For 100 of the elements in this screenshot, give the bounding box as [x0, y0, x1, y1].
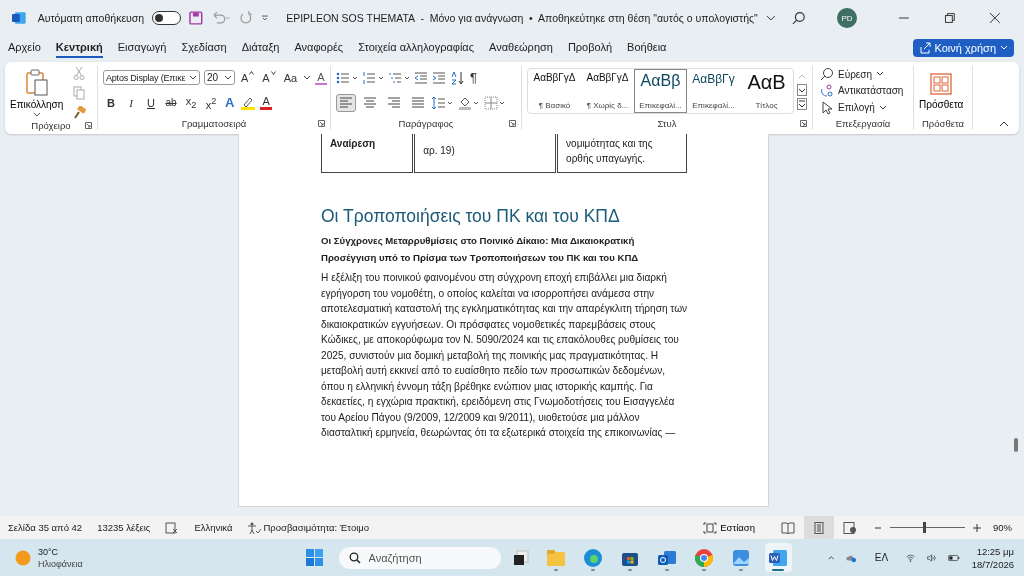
menu-tab[interactable]: Αναθεώρηση: [489, 38, 553, 58]
group-label: Παράγραφος: [398, 117, 454, 129]
align-icon[interactable]: [336, 93, 356, 112]
folder-icon: [546, 547, 566, 568]
style-option[interactable]: ΑαΒβΓγΔ ¶ Χωρίς δ...: [581, 69, 634, 113]
menu-tab[interactable]: Αρχείο: [8, 38, 41, 58]
weather-condition[interactable]: Ηλιοφάνεια: [38, 557, 83, 570]
multilevel-list-icon[interactable]: [388, 71, 410, 84]
input-language[interactable]: ΕΛ: [874, 552, 889, 563]
shrink-font-button[interactable]: A: [260, 70, 278, 85]
search-icon[interactable]: [791, 11, 806, 25]
chevron-up-icon[interactable]: [828, 553, 835, 562]
volume-icon[interactable]: [927, 551, 937, 564]
language-label[interactable]: Ελληνικά: [194, 522, 233, 533]
menu-tab[interactable]: Αναφορές: [294, 38, 344, 58]
focus-button[interactable]: Εστίαση: [703, 521, 755, 534]
editing-command[interactable]: Επιλογή: [820, 100, 887, 115]
proofing-icon[interactable]: [165, 521, 180, 534]
view-button[interactable]: [804, 516, 834, 539]
highlighter-icon[interactable]: [240, 95, 257, 110]
scroll-down-icon[interactable]: [797, 84, 807, 96]
menu-tab[interactable]: Εισαγωγή: [117, 38, 167, 58]
app-icon: [694, 547, 714, 568]
decrease-indent-icon[interactable]: [414, 71, 428, 84]
save-icon[interactable]: [189, 11, 204, 25]
chevron-down-icon[interactable]: [303, 74, 312, 81]
start-icon[interactable]: [305, 549, 323, 566]
task-view-icon[interactable]: [512, 549, 529, 566]
page-count[interactable]: Σελίδα 35 από 42: [8, 522, 83, 533]
bullets-icon[interactable]: [336, 71, 358, 84]
restore-icon[interactable]: [943, 12, 956, 24]
cursor-arrow-icon: [820, 100, 834, 115]
focus-icon: [703, 521, 718, 534]
clear-formatting-button[interactable]: A: [315, 70, 327, 85]
share-button[interactable]: Κοινή χρήση: [912, 39, 1014, 57]
format-button[interactable]: U: [143, 95, 159, 110]
add-ins-button[interactable]: Πρόσθετα: [919, 72, 964, 110]
menu-tab[interactable]: Κεντρική: [55, 38, 103, 58]
taskbar-search-field[interactable]: Αναζήτηση: [338, 546, 501, 569]
dialog-launcher-icon[interactable]: [509, 119, 516, 127]
page-icon: [812, 521, 826, 534]
format-button[interactable]: B: [103, 95, 119, 110]
format-painter-icon[interactable]: [73, 106, 88, 120]
change-case-button[interactable]: Aa: [281, 70, 300, 85]
font-name-field[interactable]: Aptos Display (Επικε: [103, 70, 200, 86]
table-cell-text: νομιμότητας και της ορθής υπαγωγής.: [566, 138, 653, 164]
menu-tab[interactable]: Προβολή: [567, 38, 613, 58]
share-icon: [918, 42, 931, 54]
temperature[interactable]: 30°C: [38, 545, 83, 558]
close-icon[interactable]: [989, 12, 1002, 24]
customize-icon[interactable]: [260, 13, 271, 23]
style-option[interactable]: ΑαΒ Τίτλος: [740, 69, 793, 113]
autosave-toggle[interactable]: [152, 11, 182, 25]
zoom-slider-thumb[interactable]: [922, 522, 926, 533]
format-button[interactable]: ab: [163, 95, 179, 110]
clock-time[interactable]: 12:25 μμ: [976, 544, 1014, 558]
format-button[interactable]: x$^{2}$: [203, 93, 219, 112]
format-button[interactable]: x$_{2}$: [183, 93, 199, 112]
style-option[interactable]: ΑαΒβ Επικεφαλί...: [634, 69, 687, 113]
format-button[interactable]: I: [123, 95, 139, 110]
style-option[interactable]: ΑαΒβΓγ Επικεφαλί...: [687, 69, 740, 113]
word-count[interactable]: 13235 λέξεις: [97, 522, 151, 533]
menu-tab[interactable]: Βοήθεια: [627, 38, 667, 58]
show-formatting-button[interactable]: ¶: [468, 70, 479, 85]
more-styles-icon[interactable]: [797, 98, 807, 110]
battery-icon[interactable]: [948, 552, 960, 563]
accessibility-status[interactable]: Προσβασιμότητα: Έτοιμο: [263, 522, 370, 533]
group-label: Γραμματοσειρά: [181, 117, 247, 129]
taskbar-app-icon[interactable]: [764, 543, 792, 572]
group-label: Πρόχειρο: [31, 120, 71, 131]
dialog-launcher-icon[interactable]: [85, 122, 92, 129]
text-effects-button[interactable]: A: [223, 95, 237, 110]
zoom-in-icon[interactable]: [972, 522, 982, 533]
user-avatar[interactable]: PD: [837, 8, 857, 28]
grow-font-button[interactable]: A: [239, 70, 257, 85]
dialog-launcher-icon[interactable]: [318, 119, 325, 127]
editing-command[interactable]: Εύρεση: [820, 67, 885, 82]
editing-command[interactable]: Αντικατάσταση: [820, 84, 904, 98]
font-color-button[interactable]: A: [260, 95, 272, 110]
caret-icon: [876, 71, 885, 78]
increase-indent-icon[interactable]: [432, 71, 446, 84]
style-option[interactable]: ΑαΒβΓγΔ ¶ Βασικό: [528, 69, 581, 113]
zoom-level[interactable]: 90%: [993, 522, 1012, 533]
chevron-down-icon[interactable]: [765, 14, 776, 22]
font-size-field[interactable]: 20: [204, 70, 235, 86]
line-spacing-icon[interactable]: [432, 95, 454, 110]
paste-button[interactable]: Επικόλληση: [10, 68, 64, 118]
clock-date[interactable]: 18/7/2026: [971, 557, 1014, 571]
document-paragraph: Η εξέλιξη του ποινικού φαινομένου στη σύγχρονη εποχή επιβάλλει μια διαρκή εγρήγορση του νομοθέτη, ο οποίος καλείται να ισορροπήσει ανάμεσα στην αποτελεσματική καταστολή της εγκληματικότητας και την απαρέγκλιτη τήρηση των δικαιοκρατικών εγγυήσεων. Οι πρόσφατες νομοθετικές παρεμβάσεις στους Κώδικες, με αποκορύφωμα τον Ν. 5090/2024 και τις επακόλουθες ρυθμίσεις του 2025, συνιστούν μια δομική μεταβολή της ποινικής μας πραγματικότητας. Η μεταβολή αυτή εκκινεί από το ευαίσθητο πεδίο των προσωπικών δεδομένων, όπου η ελληνική έννομη τάξη βρέθηκε ενώπιον μιας ιστορικής καμπής. Για δεκαετίες, η εγχώρια πρακτική, ερειδόμενη στις Γνωμοδοτήσεις του Εισαγγελέα του Αρείου Πάγου (9/2009, 12/2009 και 9/2011), υιοθετούσε μια μάλλον διασταλτική ερμηνεία, θεωρώντας ότι τα εξωτερικά στοιχεία της επικοινωνίας —: [321, 271, 688, 440]
sort-icon[interactable]: [450, 70, 464, 85]
menu-tab[interactable]: Σχεδίαση: [181, 38, 227, 58]
shading-icon[interactable]: [458, 95, 480, 110]
accessibility-icon[interactable]: [247, 521, 262, 534]
scrollbar-thumb[interactable]: [1014, 438, 1018, 452]
dialog-launcher-icon[interactable]: [800, 119, 807, 127]
collapse-ribbon-icon[interactable]: [999, 120, 1009, 128]
menu-tab[interactable]: Στοιχεία αλληλογραφίας: [358, 38, 474, 58]
menu-tab[interactable]: Διάταξη: [241, 38, 280, 58]
table-cell-text: Αναίρεση: [330, 138, 376, 149]
document-heading: Οι Τροποποιήσεις του ΠΚ και του ΚΠΔ: [321, 206, 621, 227]
